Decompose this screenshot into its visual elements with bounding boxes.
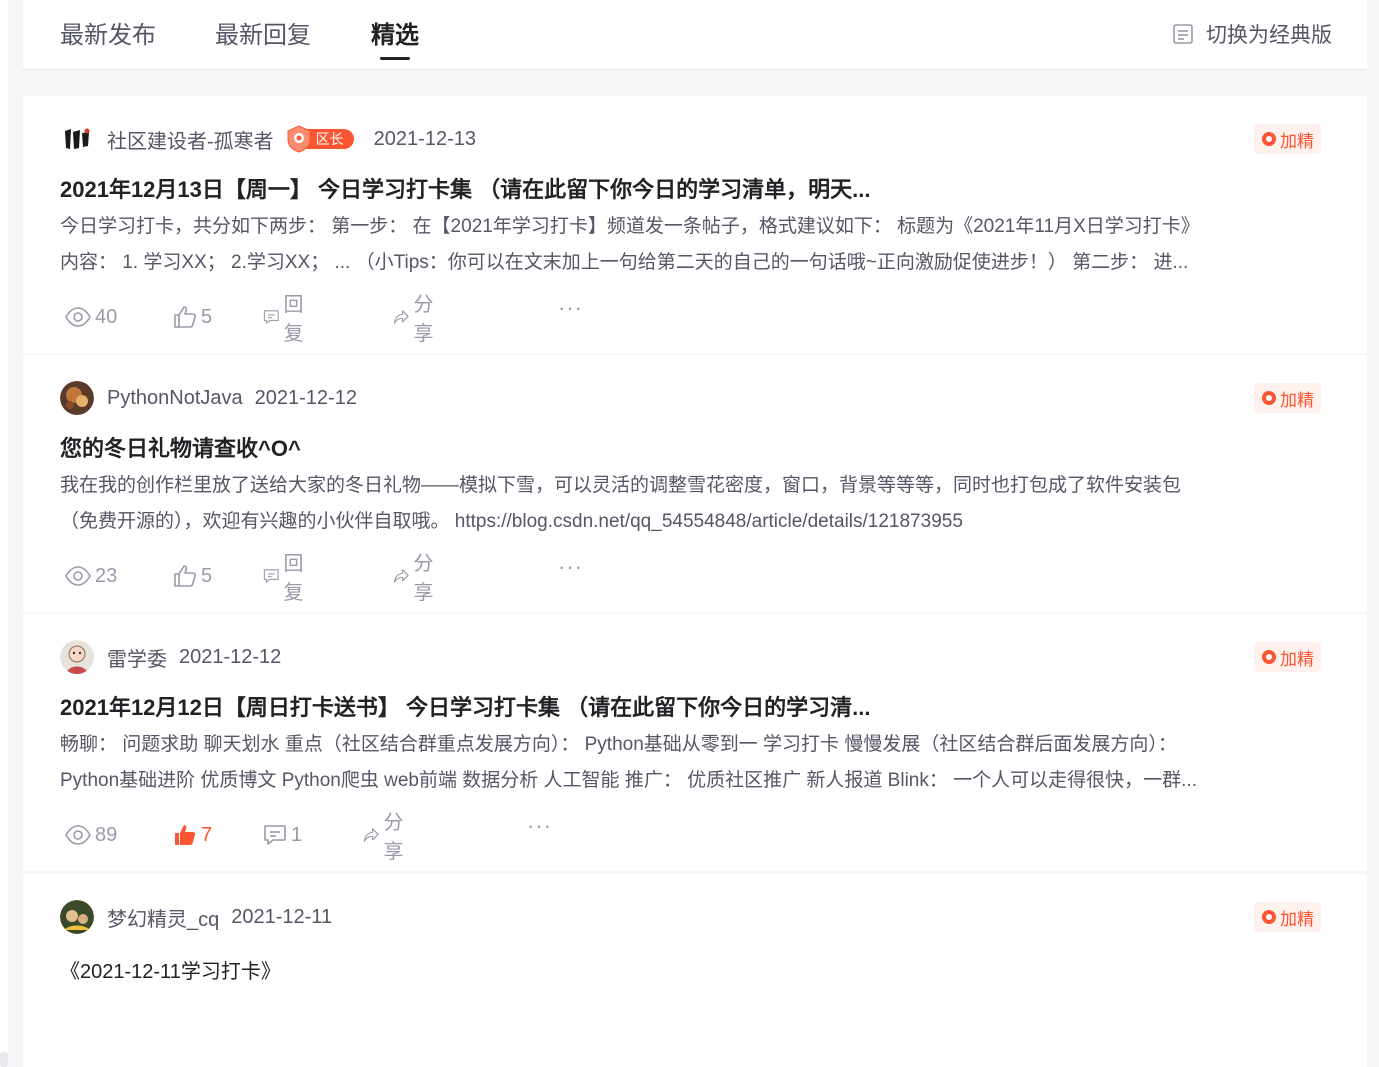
comment-count: 1 <box>291 823 303 846</box>
post-date: 2021-12-13 <box>373 127 476 150</box>
author-name[interactable]: 梦幻精灵_cq <box>107 903 219 932</box>
feature-label: 加精 <box>1280 390 1314 410</box>
switch-classic-label: 切换为经典版 <box>1206 24 1332 47</box>
view-count: 89 <box>65 820 117 850</box>
share-button[interactable]: 分享 <box>393 294 441 345</box>
thumbs-up-filled-icon <box>175 825 196 845</box>
reply-button[interactable]: 1 <box>263 820 302 850</box>
excerpt-line: 内容： 1. 学习XX； 2.学习XX； ... （小Tips：你可以在文末加上… <box>60 252 1189 273</box>
post-card: PythonNotJava 2021-12-12 加精 您的冬日礼物请查收^O^… <box>23 355 1367 612</box>
comment-icon <box>263 569 279 583</box>
like-count: 5 <box>201 305 213 328</box>
share-icon <box>393 310 409 324</box>
post-header: 梦幻精灵_cq 2021-12-11 <box>60 900 333 934</box>
tab-latest-posts[interactable]: 最新发布 <box>60 20 156 52</box>
post-title[interactable]: 您的冬日礼物请查收^O^ <box>60 431 301 463</box>
share-label: 分享 <box>413 294 434 345</box>
excerpt-line: Python基础进阶 优质博文 Python爬虫 web前端 数据分析 人工智能… <box>60 770 1197 791</box>
share-label: 分享 <box>413 553 434 604</box>
eye-icon <box>65 825 91 845</box>
like-button[interactable]: 5 <box>173 561 212 591</box>
main-content: 最新发布 最新回复 精选 切换为经典版 社区建设者-孤寒者 区长 2021-12… <box>23 0 1367 1067</box>
like-button[interactable]: 7 <box>173 820 212 850</box>
feature-button[interactable]: 加精 <box>1254 383 1321 413</box>
active-tab-indicator <box>380 57 410 60</box>
excerpt-line: 畅聊： 问题求助 聊天划水 重点（社区结合群重点发展方向）： Python基础从… <box>60 734 1177 755</box>
author-name[interactable]: PythonNotJava <box>107 387 243 410</box>
avatar[interactable] <box>60 122 94 156</box>
excerpt-line: 我在我的创作栏里放了送给大家的冬日礼物——模拟下雪，可以灵活的调整雪花密度，窗口… <box>60 475 1182 496</box>
reply-button[interactable]: 回复 <box>263 294 311 345</box>
post-card: 社区建设者-孤寒者 区长 2021-12-13 加精 2021年12月13日【周… <box>23 96 1367 353</box>
role-badge: 区长 <box>286 125 354 153</box>
reply-label: 回复 <box>283 294 304 345</box>
left-scroll-handle[interactable] <box>0 1052 8 1067</box>
thumbs-up-icon <box>174 565 196 587</box>
excerpt-line: （免费开源的），欢迎有兴趣的小伙伴自取哦。 https://blog.csdn.… <box>60 511 963 532</box>
post-card: 雷学委 2021-12-12 加精 2021年12月12日【周日打卡送书】 今日… <box>23 614 1367 871</box>
author-name[interactable]: 社区建设者-孤寒者 <box>107 125 274 154</box>
reply-button[interactable]: 回复 <box>263 553 311 604</box>
post-excerpt[interactable]: 今日学习打卡，共分如下两步： 第一步： 在【2021年学习打卡】频道发一条帖子，… <box>60 209 1323 281</box>
like-count: 5 <box>201 564 213 587</box>
tab-bar: 最新发布 最新回复 精选 切换为经典版 <box>23 0 1367 70</box>
share-button[interactable]: 分享 <box>363 812 411 863</box>
post-date: 2021-12-12 <box>254 386 357 409</box>
like-count: 7 <box>201 823 213 846</box>
more-button[interactable]: ··· <box>558 556 583 581</box>
eye-icon <box>65 307 91 327</box>
view-count: 40 <box>65 302 117 332</box>
tab-featured[interactable]: 精选 <box>371 20 419 52</box>
post-header: 雷学委 2021-12-12 <box>60 640 282 674</box>
role-badge-label: 区长 <box>305 129 354 149</box>
shield-icon <box>287 125 311 153</box>
share-icon <box>363 828 379 842</box>
feature-button[interactable]: 加精 <box>1254 642 1321 672</box>
view-count-value: 40 <box>95 305 118 328</box>
post-date: 2021-12-12 <box>179 645 282 668</box>
switch-classic-button[interactable]: 切换为经典版 <box>1172 20 1332 48</box>
right-gutter <box>1367 0 1379 1067</box>
post-title[interactable]: 2021年12月12日【周日打卡送书】 今日学习打卡集 （请在此留下你今日的学习… <box>60 690 870 722</box>
post-date: 2021-12-11 <box>231 905 333 928</box>
left-edge-panel <box>0 0 8 1067</box>
avatar[interactable] <box>60 381 94 415</box>
more-button[interactable]: ··· <box>527 815 552 840</box>
post-title[interactable]: 2021年12月13日【周一】 今日学习打卡集 （请在此留下你今日的学习清单，明… <box>60 172 870 204</box>
post-header: PythonNotJava 2021-12-12 <box>60 381 357 415</box>
comment-icon <box>263 310 279 324</box>
feature-label: 加精 <box>1280 909 1314 929</box>
excerpt-line: 今日学习打卡，共分如下两步： 第一步： 在【2021年学习打卡】频道发一条帖子，… <box>60 216 1200 237</box>
view-count: 23 <box>65 561 117 591</box>
thumbs-up-icon <box>174 306 196 328</box>
share-icon <box>393 569 409 583</box>
comment-icon <box>264 825 286 845</box>
share-label: 分享 <box>383 812 404 863</box>
view-count-value: 89 <box>95 823 118 846</box>
flower-icon <box>1262 910 1276 924</box>
flower-icon <box>1262 650 1276 664</box>
author-name[interactable]: 雷学委 <box>107 643 167 672</box>
post-excerpt[interactable]: 我在我的创作栏里放了送给大家的冬日礼物——模拟下雪，可以灵活的调整雪花密度，窗口… <box>60 468 1323 540</box>
like-button[interactable]: 5 <box>173 302 212 332</box>
flower-icon <box>1262 391 1276 405</box>
tab-latest-replies[interactable]: 最新回复 <box>215 20 311 52</box>
feature-label: 加精 <box>1280 131 1314 151</box>
feature-label: 加精 <box>1280 649 1314 669</box>
layout-icon <box>1173 24 1193 44</box>
post-header: 社区建设者-孤寒者 区长 2021-12-13 <box>60 122 476 156</box>
eye-icon <box>65 566 91 586</box>
post-excerpt[interactable]: 畅聊： 问题求助 聊天划水 重点（社区结合群重点发展方向）： Python基础从… <box>60 727 1323 799</box>
avatar[interactable] <box>60 900 94 934</box>
feature-button[interactable]: 加精 <box>1254 902 1321 932</box>
view-count-value: 23 <box>95 564 118 587</box>
feature-button[interactable]: 加精 <box>1254 124 1321 154</box>
avatar[interactable] <box>60 640 94 674</box>
post-card: 梦幻精灵_cq 2021-12-11 加精 《2021-12-11学习打卡》 <box>23 874 1367 1067</box>
share-button[interactable]: 分享 <box>393 553 441 604</box>
post-title[interactable]: 《2021-12-11学习打卡》 <box>60 955 281 984</box>
reply-label: 回复 <box>283 553 304 604</box>
flower-icon <box>1262 132 1276 146</box>
more-button[interactable]: ··· <box>558 297 583 322</box>
